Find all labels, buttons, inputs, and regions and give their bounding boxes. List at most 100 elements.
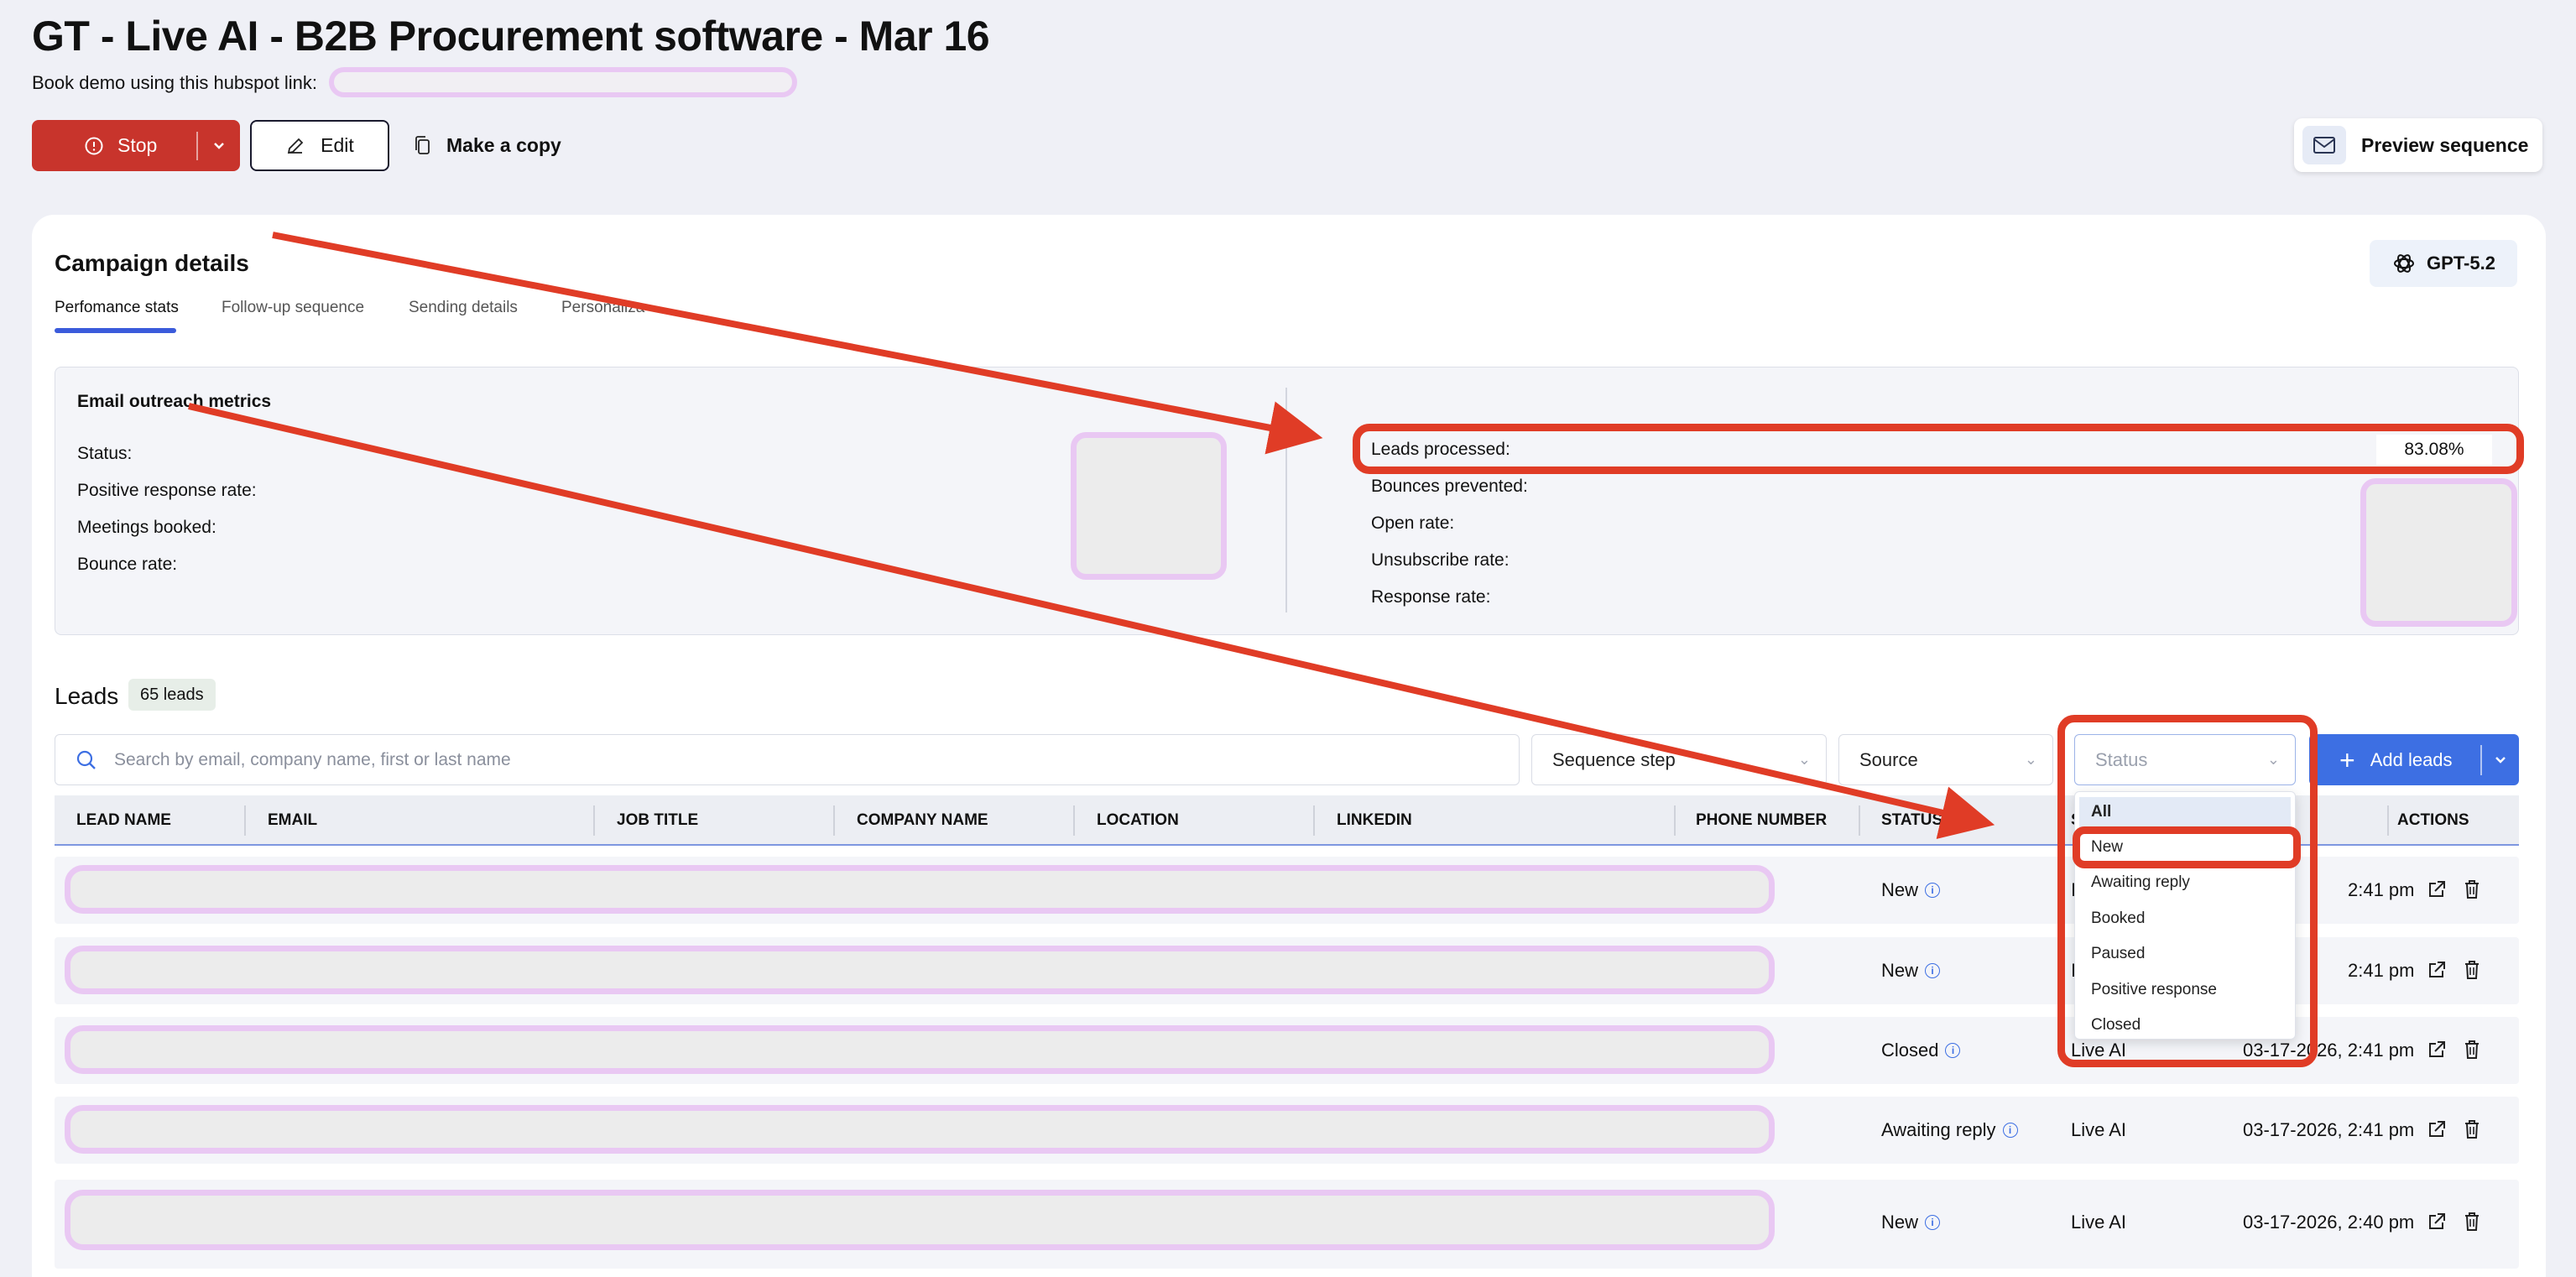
chevron-down-icon: ⌄ bbox=[1797, 751, 1811, 768]
redacted-lead-data bbox=[65, 865, 1775, 914]
openai-icon bbox=[2394, 254, 2415, 273]
search-icon bbox=[76, 750, 96, 769]
status-text: New bbox=[1881, 960, 1919, 981]
redacted-lead-data bbox=[65, 1190, 1775, 1250]
tab-performance-stats[interactable]: Perfomance stats bbox=[55, 299, 179, 317]
page-title: GT - Live AI - B2B Procurement software … bbox=[32, 13, 990, 60]
stop-button[interactable]: Stop bbox=[32, 120, 240, 171]
model-badge: GPT-5.2 bbox=[2370, 240, 2517, 287]
preview-sequence-button[interactable]: Preview sequence bbox=[2294, 118, 2542, 172]
sequence-step-label: Sequence step bbox=[1552, 748, 1676, 770]
col-job-title[interactable]: JOB TITLE bbox=[617, 811, 698, 830]
metric-bounce-rate: Bounce rate: bbox=[77, 555, 178, 574]
info-icon[interactable]: i bbox=[2002, 1123, 2018, 1138]
add-leads-dropdown-toggle[interactable] bbox=[2482, 752, 2519, 769]
status-text: New bbox=[1881, 1212, 1919, 1233]
model-label: GPT-5.2 bbox=[2427, 253, 2495, 274]
col-location[interactable]: LOCATION bbox=[1097, 811, 1179, 830]
metric-open-rate: Open rate: bbox=[1371, 513, 1455, 533]
row-date: 03-17-2026, 2:41 pm bbox=[2243, 1119, 2415, 1140]
edit-button[interactable]: Edit bbox=[250, 120, 389, 171]
preview-label: Preview sequence bbox=[2361, 133, 2529, 156]
annotation-box-new-option bbox=[2073, 826, 2301, 868]
row-date: 03-17-2026, 2:40 pm bbox=[2243, 1212, 2415, 1233]
tab-personalization[interactable]: Personaliza bbox=[561, 299, 644, 317]
plus-icon: + bbox=[2339, 744, 2355, 775]
open-external-icon[interactable] bbox=[2426, 1039, 2448, 1061]
stop-label: Stop bbox=[117, 134, 158, 156]
stop-dropdown-toggle[interactable] bbox=[198, 120, 240, 171]
row-source: Live AI bbox=[2071, 1119, 2127, 1140]
info-icon[interactable]: i bbox=[1925, 883, 1941, 898]
metrics-divider bbox=[1285, 388, 1287, 612]
active-tab-indicator bbox=[55, 328, 176, 333]
col-status[interactable]: STATUS bbox=[1881, 811, 1942, 830]
trash-icon[interactable] bbox=[2463, 878, 2481, 900]
edit-label: Edit bbox=[321, 134, 354, 156]
source-select[interactable]: Source ⌄ bbox=[1838, 734, 2053, 785]
row-status: New i bbox=[1881, 879, 1941, 901]
open-external-icon[interactable] bbox=[2426, 1211, 2448, 1233]
add-leads-label: Add leads bbox=[2370, 748, 2453, 770]
open-external-icon[interactable] bbox=[2426, 1118, 2448, 1140]
metric-bounces-prevented: Bounces prevented: bbox=[1371, 477, 1528, 496]
metric-positive-response-rate: Positive response rate: bbox=[77, 481, 257, 500]
sequence-step-select[interactable]: Sequence step ⌄ bbox=[1531, 734, 1827, 785]
leads-count-badge: 65 leads bbox=[128, 679, 216, 711]
annotation-box-status-filter bbox=[2057, 715, 2318, 1067]
hubspot-link-label: Book demo using this hubspot link: bbox=[32, 72, 317, 93]
status-text: Awaiting reply bbox=[1881, 1119, 1996, 1140]
search-input[interactable]: Search by email, company name, first or … bbox=[55, 734, 1520, 785]
search-placeholder: Search by email, company name, first or … bbox=[114, 749, 511, 769]
tab-follow-up-sequence[interactable]: Follow-up sequence bbox=[222, 299, 364, 317]
source-label: Source bbox=[1859, 748, 1918, 770]
status-text: New bbox=[1881, 879, 1919, 900]
metrics-title: Email outreach metrics bbox=[77, 392, 272, 411]
row-source: Live AI bbox=[2071, 1212, 2127, 1233]
col-company-name[interactable]: COMPANY NAME bbox=[857, 811, 988, 830]
trash-icon[interactable] bbox=[2463, 959, 2481, 981]
redacted-lead-data bbox=[65, 1105, 1775, 1154]
row-status: New i bbox=[1881, 1212, 1941, 1233]
chevron-down-icon bbox=[214, 142, 224, 149]
redacted-lead-data bbox=[65, 946, 1775, 994]
campaign-details-title: Campaign details bbox=[55, 250, 249, 276]
col-lead-name[interactable]: LEAD NAME bbox=[76, 811, 171, 830]
pencil-icon bbox=[288, 138, 304, 154]
row-status: Awaiting reply i bbox=[1881, 1119, 2018, 1141]
trash-icon[interactable] bbox=[2463, 1211, 2481, 1233]
open-external-icon[interactable] bbox=[2426, 959, 2448, 981]
row-status: Closed i bbox=[1881, 1040, 1961, 1061]
redacted-metric-values-left bbox=[1071, 432, 1227, 580]
open-external-icon[interactable] bbox=[2426, 878, 2448, 900]
trash-icon[interactable] bbox=[2463, 1039, 2481, 1061]
table-row[interactable]: New i Live AI 03-17-2026, 2:40 pm bbox=[55, 1180, 2519, 1269]
metric-response-rate: Response rate: bbox=[1371, 587, 1491, 607]
row-status: New i bbox=[1881, 960, 1941, 982]
redacted-lead-data bbox=[65, 1025, 1775, 1074]
col-linkedin[interactable]: LINKEDIN bbox=[1337, 811, 1412, 830]
metric-unsubscribe-rate: Unsubscribe rate: bbox=[1371, 550, 1510, 570]
table-row[interactable]: Awaiting reply i Live AI 03-17-2026, 2:41… bbox=[55, 1097, 2519, 1164]
copy-label: Make a copy bbox=[446, 134, 561, 156]
leads-title: Leads bbox=[55, 683, 119, 709]
info-icon[interactable]: i bbox=[1945, 1043, 1961, 1058]
redacted-link bbox=[329, 67, 797, 97]
add-leads-button[interactable]: + Add leads bbox=[2309, 734, 2519, 785]
annotation-box-leads-processed bbox=[1353, 424, 2524, 474]
info-icon[interactable]: i bbox=[1925, 1215, 1941, 1230]
trash-icon[interactable] bbox=[2463, 1118, 2481, 1140]
metric-meetings-booked: Meetings booked: bbox=[77, 518, 216, 537]
col-actions[interactable]: ACTIONS bbox=[2397, 811, 2469, 830]
mail-icon bbox=[2313, 137, 2335, 154]
stop-icon bbox=[85, 137, 103, 154]
metric-status: Status: bbox=[77, 444, 133, 463]
col-email[interactable]: EMAIL bbox=[268, 811, 317, 830]
info-icon[interactable]: i bbox=[1925, 963, 1941, 978]
col-phone-number[interactable]: PHONE NUMBER bbox=[1696, 811, 1827, 830]
row-date: 2:41 pm bbox=[2348, 960, 2415, 981]
make-copy-button[interactable]: Make a copy bbox=[413, 120, 561, 171]
tab-sending-details[interactable]: Sending details bbox=[409, 299, 518, 317]
redacted-metric-values-right bbox=[2360, 478, 2517, 627]
copy-icon bbox=[415, 135, 430, 154]
